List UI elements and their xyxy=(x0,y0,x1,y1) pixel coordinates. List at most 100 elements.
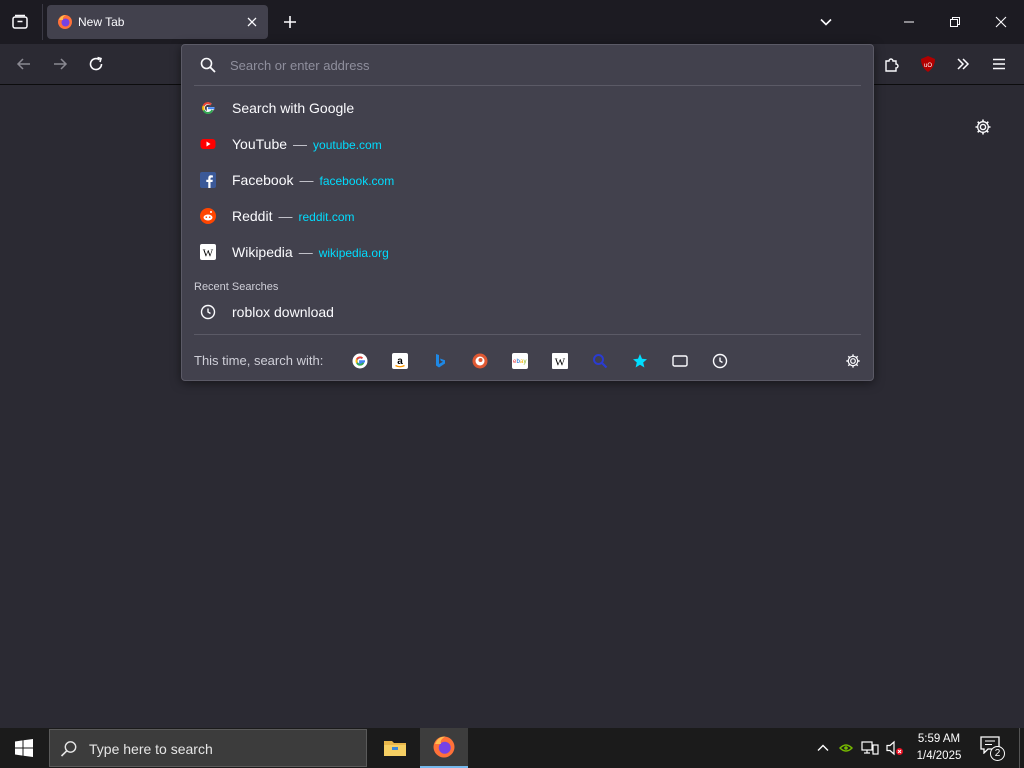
separator-dash: — xyxy=(299,172,314,188)
gear-icon xyxy=(975,119,991,135)
suggestion-label: Facebook — facebook.com xyxy=(232,172,394,188)
close-icon xyxy=(247,17,257,27)
tab-new-tab[interactable]: New Tab xyxy=(47,5,268,39)
urlbar-results-popup: Search with Google YouTube — youtube.com F… xyxy=(181,44,874,381)
google-icon xyxy=(202,102,215,114)
bing-icon xyxy=(436,354,445,368)
network-tray-button[interactable] xyxy=(860,738,880,758)
volume-tray-button[interactable] xyxy=(885,738,905,758)
suggestion-label: Reddit — reddit.com xyxy=(232,208,355,224)
arrow-right-icon xyxy=(54,58,68,70)
system-clock[interactable]: 5:59 AM 1/4/2025 xyxy=(908,731,970,765)
tab-icon xyxy=(672,355,688,367)
minimize-button[interactable] xyxy=(886,0,932,44)
suggestion-youtube[interactable]: YouTube — youtube.com xyxy=(188,127,868,161)
engine-duckduckgo-button[interactable] xyxy=(469,350,491,372)
wikipedia-icon: W xyxy=(552,353,568,369)
amazon-icon: a xyxy=(392,353,408,369)
back-button[interactable] xyxy=(12,52,36,76)
network-icon xyxy=(861,741,879,755)
svg-text:a: a xyxy=(397,356,403,367)
engine-search-button[interactable] xyxy=(589,350,611,372)
separator-dash: — xyxy=(298,244,313,260)
clock-icon xyxy=(200,304,216,320)
suggestion-facebook[interactable]: Facebook — facebook.com xyxy=(188,163,868,197)
restore-button[interactable] xyxy=(932,0,978,44)
engine-wikipedia-button[interactable]: W xyxy=(549,350,571,372)
new-tab-button[interactable] xyxy=(280,12,300,32)
clock-icon xyxy=(712,353,728,369)
engine-amazon-button[interactable]: a xyxy=(389,350,411,372)
address-input[interactable] xyxy=(230,54,850,76)
svg-text:y: y xyxy=(524,359,527,365)
nvidia-tray-button[interactable] xyxy=(836,738,856,758)
taskbar: Type here to search 5:59 AM 1/4/2025 2 xyxy=(0,728,1024,768)
tab-separator xyxy=(42,4,43,40)
urlbar xyxy=(182,45,873,85)
svg-text:W: W xyxy=(203,248,214,260)
file-explorer-button[interactable] xyxy=(371,728,419,768)
separator-dash: — xyxy=(293,136,308,152)
search-settings-button[interactable] xyxy=(842,350,864,372)
engine-google-button[interactable] xyxy=(349,350,371,372)
search-icon xyxy=(200,57,216,73)
hamburger-menu-icon xyxy=(993,58,1005,70)
search-tabs-button[interactable] xyxy=(669,350,691,372)
gear-icon xyxy=(846,354,860,368)
speaker-muted-icon xyxy=(886,740,903,756)
show-hidden-icons-button[interactable] xyxy=(813,738,833,758)
taskbar-search-box[interactable]: Type here to search xyxy=(49,729,367,767)
reload-button[interactable] xyxy=(84,52,108,76)
forward-button[interactable] xyxy=(48,52,72,76)
reload-icon xyxy=(89,56,103,71)
recent-search-text: roblox download xyxy=(232,304,334,320)
reddit-icon xyxy=(200,208,216,224)
close-icon xyxy=(995,16,1007,28)
suggestion-reddit[interactable]: Reddit — reddit.com xyxy=(188,199,868,233)
engine-bing-button[interactable] xyxy=(429,350,451,372)
site-url: reddit.com xyxy=(298,210,355,224)
search-history-button[interactable] xyxy=(709,350,731,372)
divider xyxy=(194,85,861,86)
engine-ebay-button[interactable]: ebay xyxy=(509,350,531,372)
site-name: Reddit xyxy=(232,208,273,224)
puzzle-icon xyxy=(885,58,899,72)
suggestion-search-with-google[interactable]: Search with Google xyxy=(188,91,868,125)
site-url: youtube.com xyxy=(313,138,382,152)
title-bar: New Tab xyxy=(0,0,1024,44)
restore-icon xyxy=(950,17,960,27)
ublock-origin-button[interactable]: uO xyxy=(916,52,940,76)
one-off-label: This time, search with: xyxy=(194,353,324,368)
plus-icon xyxy=(284,16,296,28)
duckduckgo-icon xyxy=(472,353,488,369)
action-center-button[interactable]: 2 xyxy=(980,736,1006,761)
close-tab-button[interactable] xyxy=(244,14,260,30)
more-tools-button[interactable] xyxy=(951,52,975,76)
app-menu-button[interactable] xyxy=(987,52,1011,76)
show-desktop-button[interactable] xyxy=(1019,728,1024,768)
facebook-icon xyxy=(200,172,216,188)
recent-search-item[interactable]: roblox download xyxy=(188,295,868,329)
site-name: YouTube xyxy=(232,136,288,152)
close-window-button[interactable] xyxy=(978,0,1024,44)
list-all-tabs-button[interactable] xyxy=(816,12,836,32)
chevron-down-icon xyxy=(820,18,832,26)
firefox-view-button[interactable] xyxy=(8,10,32,34)
firefox-taskbar-button[interactable] xyxy=(420,728,468,768)
search-bookmarks-button[interactable] xyxy=(629,350,651,372)
start-button[interactable] xyxy=(0,728,48,768)
chevron-double-right-icon xyxy=(957,58,970,70)
suggestion-label: Search with Google xyxy=(232,100,355,116)
clock-time: 5:59 AM xyxy=(917,733,961,745)
suggestion-label: Wikipedia — wikipedia.org xyxy=(232,244,389,260)
extensions-button[interactable] xyxy=(880,52,904,76)
site-name: Facebook xyxy=(232,172,294,188)
magnifier-icon xyxy=(593,354,608,369)
suggestion-wikipedia[interactable]: W Wikipedia — wikipedia.org xyxy=(188,235,868,269)
folder-icon xyxy=(384,741,406,756)
google-icon xyxy=(352,353,368,369)
personalize-new-tab-button[interactable] xyxy=(972,116,994,138)
recent-searches-label: Recent Searches xyxy=(194,281,279,293)
firefox-icon xyxy=(58,15,72,29)
suggestion-label: YouTube — youtube.com xyxy=(232,136,382,152)
